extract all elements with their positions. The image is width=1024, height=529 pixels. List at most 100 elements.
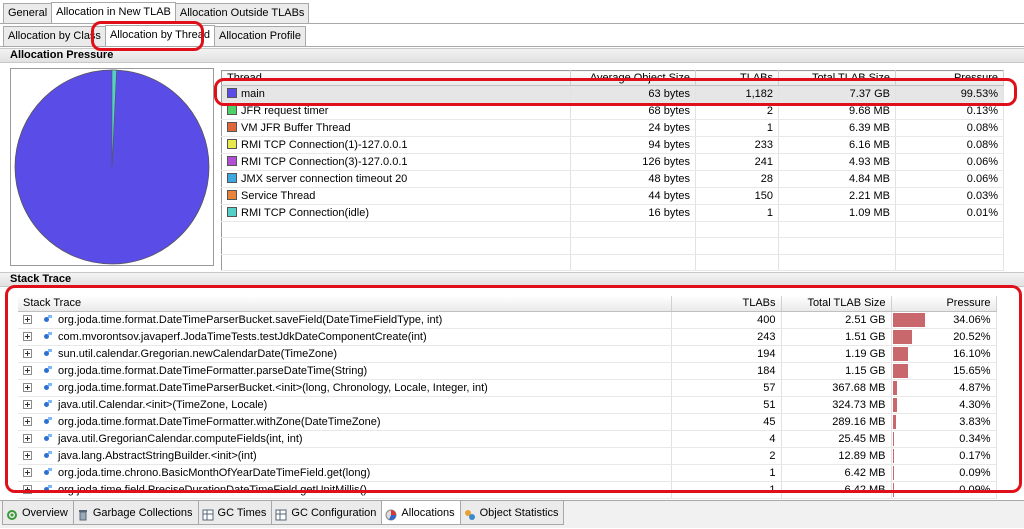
tab-gc-configuration[interactable]: GC Configuration (271, 501, 382, 525)
total-tlab-size: 1.19 GB (781, 345, 891, 362)
expand-icon[interactable] (23, 400, 32, 409)
stack-frame-cell: java.util.Calendar.<init>(TimeZone, Loca… (18, 396, 671, 413)
thread-name-cell: Service Thread (222, 188, 571, 205)
expand-icon[interactable] (23, 349, 32, 358)
stack-trace-row[interactable]: sun.util.calendar.Gregorian.newCalendarD… (18, 345, 996, 362)
stack-trace-row[interactable]: com.mvorontsov.javaperf.JodaTimeTests.te… (18, 328, 996, 345)
pressure-value: 0.13% (896, 103, 1004, 120)
stack-trace-row[interactable]: java.util.Calendar.<init>(TimeZone, Loca… (18, 396, 996, 413)
expand-icon[interactable] (23, 366, 32, 375)
expand-icon[interactable] (23, 332, 32, 341)
thread-name: RMI TCP Connection(3)-127.0.0.1 (241, 156, 408, 168)
total-tlab-size: 2.21 MB (779, 188, 896, 205)
expand-icon[interactable] (23, 434, 32, 443)
expand-icon[interactable] (23, 315, 32, 324)
tab-allocation-in-new-tlab[interactable]: Allocation in New TLAB (51, 2, 176, 23)
col-avg-object-size[interactable]: Average Object Size (571, 71, 696, 86)
tlabs-count: 150 (696, 188, 779, 205)
total-tlab-size: 7.37 GB (779, 86, 896, 103)
method-icon (44, 400, 52, 408)
tlabs-count: 243 (671, 328, 781, 345)
tlabs-count: 45 (671, 413, 781, 430)
thread-name-cell: RMI TCP Connection(idle) (222, 205, 571, 222)
stack-trace-row[interactable]: org.joda.time.field.PreciseDurationDateT… (18, 481, 996, 498)
stack-trace-title: Stack Trace (0, 272, 1024, 287)
tlabs-count: 1 (671, 464, 781, 481)
pressure-bar (893, 347, 909, 361)
method-icon (44, 417, 52, 425)
thread-row[interactable]: RMI TCP Connection(3)-127.0.0.1126 bytes… (222, 154, 1004, 171)
top-tab-bar: General Allocation in New TLAB Allocatio… (0, 3, 308, 23)
thread-color-swatch (227, 105, 237, 115)
stack-trace-row[interactable]: org.joda.time.format.DateTimeFormatter.p… (18, 362, 996, 379)
stack-frame-cell: org.joda.time.format.DateTimeFormatter.p… (18, 362, 671, 379)
col-tlabs[interactable]: TLABs (696, 71, 779, 86)
expand-icon[interactable] (23, 451, 32, 460)
stack-frame-cell: java.lang.AbstractStringBuilder.<init>(i… (18, 447, 671, 464)
col-thread[interactable]: Thread (222, 71, 571, 86)
col-pressure[interactable]: Pressure (896, 71, 1004, 86)
col-pressure[interactable]: Pressure (891, 296, 996, 311)
thread-row[interactable]: RMI TCP Connection(idle)16 bytes11.09 MB… (222, 205, 1004, 222)
stack-trace-row[interactable]: org.joda.time.format.DateTimeParserBucke… (18, 311, 996, 328)
stack-trace-row[interactable]: org.joda.time.format.DateTimeFormatter.w… (18, 413, 996, 430)
empty-row (222, 254, 1004, 270)
thread-color-swatch (227, 139, 237, 149)
col-stack-trace[interactable]: Stack Trace (18, 296, 671, 311)
tab-allocation-outside-tlabs[interactable]: Allocation Outside TLABs (175, 3, 310, 23)
pressure-cell: 16.10% (891, 345, 996, 362)
col-total-tlab-size[interactable]: Total TLAB Size (779, 71, 896, 86)
pressure-cell: 20.52% (891, 328, 996, 345)
avg-object-size: 68 bytes (571, 103, 696, 120)
stack-frame: java.util.Calendar.<init>(TimeZone, Loca… (58, 399, 267, 411)
stack-trace-row[interactable]: org.joda.time.format.DateTimeParserBucke… (18, 379, 996, 396)
total-tlab-size: 367.68 MB (781, 379, 891, 396)
tab-label: Overview (22, 502, 68, 524)
expand-icon[interactable] (23, 485, 32, 494)
avg-object-size: 48 bytes (571, 171, 696, 188)
tab-overview[interactable]: Overview (2, 501, 74, 525)
objects-icon (464, 507, 476, 519)
expand-icon[interactable] (23, 417, 32, 426)
thread-name-cell: main (222, 86, 571, 103)
pie-svg (11, 69, 213, 265)
pressure-bar (893, 364, 908, 378)
thread-color-swatch (227, 207, 237, 217)
thread-name-cell: RMI TCP Connection(3)-127.0.0.1 (222, 154, 571, 171)
tab-allocation-profile[interactable]: Allocation Profile (214, 26, 306, 46)
tab-allocation-by-class[interactable]: Allocation by Class (3, 26, 106, 46)
thread-row[interactable]: RMI TCP Connection(1)-127.0.0.194 bytes2… (222, 137, 1004, 154)
stack-trace-row[interactable]: java.lang.AbstractStringBuilder.<init>(i… (18, 447, 996, 464)
expand-icon[interactable] (23, 468, 32, 477)
tlabs-count: 1 (696, 120, 779, 137)
col-tlabs[interactable]: TLABs (671, 296, 781, 311)
tab-allocation-by-thread[interactable]: Allocation by Thread (105, 25, 215, 46)
thread-row[interactable]: JMX server connection timeout 2048 bytes… (222, 171, 1004, 188)
pressure-cell: 0.09% (891, 464, 996, 481)
pressure-value: 4.30% (959, 399, 990, 411)
tab-allocations[interactable]: Allocations (381, 501, 460, 525)
avg-object-size: 44 bytes (571, 188, 696, 205)
pressure-value: 99.53% (896, 86, 1004, 103)
col-total-tlab-size[interactable]: Total TLAB Size (781, 296, 891, 311)
divider (0, 46, 1024, 47)
stack-frame: java.lang.AbstractStringBuilder.<init>(i… (58, 450, 257, 462)
method-icon (44, 434, 52, 442)
tab-garbage-collections[interactable]: Garbage Collections (73, 501, 199, 525)
stack-frame: org.joda.time.format.DateTimeParserBucke… (58, 314, 442, 326)
thread-row[interactable]: main63 bytes1,1827.37 GB99.53% (222, 86, 1004, 103)
pressure-bar (893, 330, 913, 344)
total-tlab-size: 1.09 MB (779, 205, 896, 222)
thread-row[interactable]: Service Thread44 bytes1502.21 MB0.03% (222, 188, 1004, 205)
stack-trace-row[interactable]: org.joda.time.chrono.BasicMonthOfYearDat… (18, 464, 996, 481)
thread-row[interactable]: JFR request timer68 bytes29.68 MB0.13% (222, 103, 1004, 120)
pressure-value: 3.83% (959, 416, 990, 428)
stack-frame: sun.util.calendar.Gregorian.newCalendarD… (58, 348, 337, 360)
tab-object-statistics[interactable]: Object Statistics (460, 501, 565, 525)
thread-row[interactable]: VM JFR Buffer Thread24 bytes16.39 MB0.08… (222, 120, 1004, 137)
tab-gc-times[interactable]: GC Times (198, 501, 273, 525)
stack-trace-row[interactable]: java.util.GregorianCalendar.computeField… (18, 430, 996, 447)
pressure-value: 34.06% (953, 314, 990, 326)
tab-general[interactable]: General (3, 3, 52, 23)
expand-icon[interactable] (23, 383, 32, 392)
